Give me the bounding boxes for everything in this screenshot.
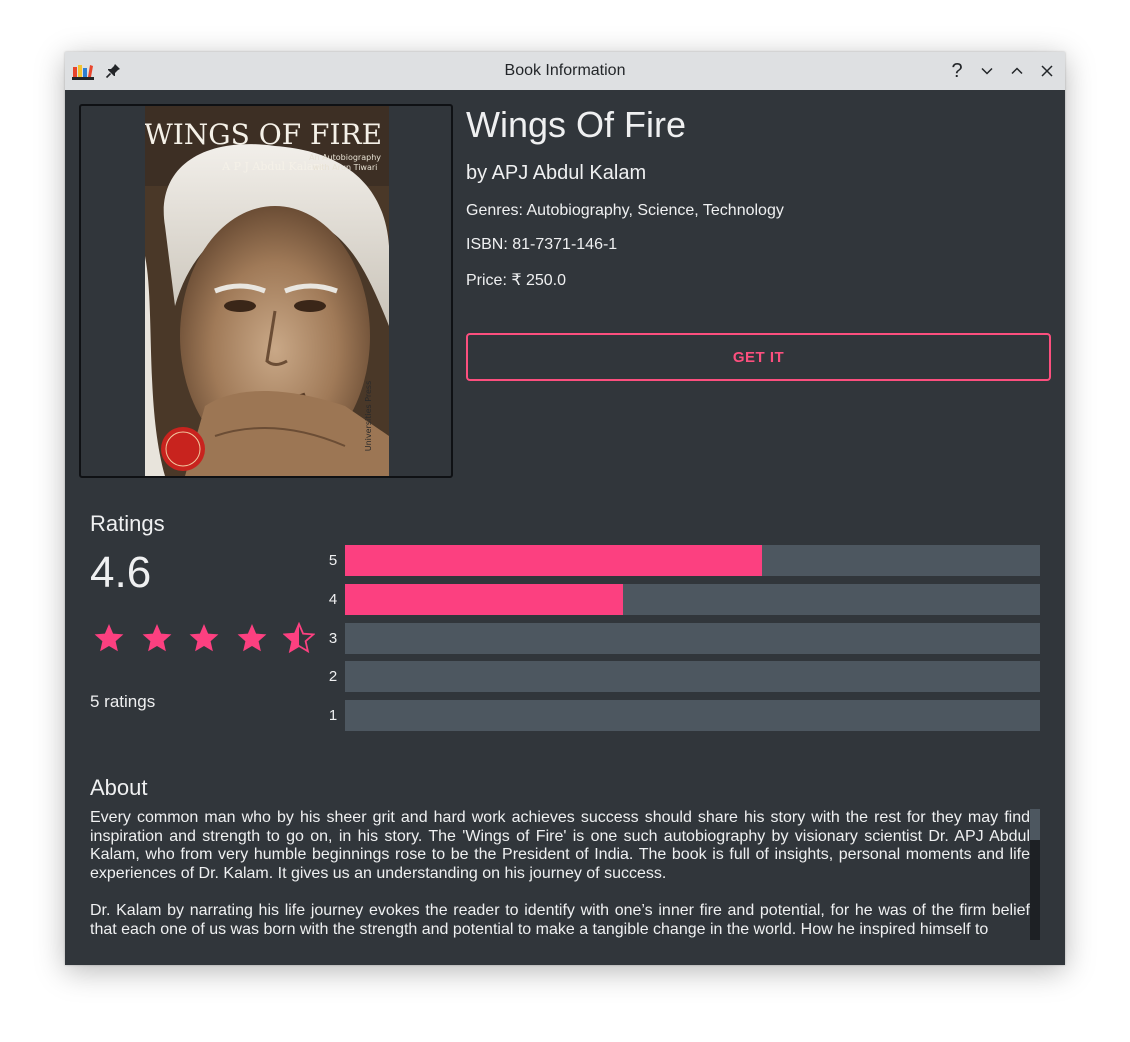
book-title: Wings Of Fire: [466, 104, 687, 145]
about-scrollbar[interactable]: [1030, 809, 1040, 940]
ratings-heading: Ratings: [90, 511, 165, 536]
cover-author: A P J Abdul Kalam: [221, 160, 324, 173]
get-it-label: GET IT: [732, 348, 785, 366]
close-button[interactable]: [1036, 60, 1058, 82]
rating-bar-fill-5: [345, 545, 762, 576]
about-paragraph: Dr. Kalam by narrating his life journey …: [90, 901, 1030, 938]
ratings-count: 5 ratings: [90, 692, 156, 711]
cover-title: WINGS OF FIRE: [145, 118, 382, 151]
minimize-button[interactable]: [976, 60, 998, 82]
cover-illustration: WINGS OF FIRE An Autobiography A P J Abd…: [145, 106, 389, 476]
cover-coauthor: with Arun Tiwari: [313, 163, 378, 172]
star-half-icon: [283, 622, 315, 654]
title-bar[interactable]: Book Information ?: [65, 52, 1065, 90]
rating-bar-label-1: 1: [328, 707, 338, 725]
book-genres: Genres: Autobiography, Science, Technolo…: [466, 202, 784, 219]
about-description[interactable]: Every common man who by his sheer grit a…: [90, 809, 1030, 940]
rating-bar-2: [345, 661, 1040, 693]
star-filled-icon: [94, 624, 124, 652]
rating-bar-label-5: 5: [328, 552, 338, 569]
about-paragraph: Every common man who by his sheer grit a…: [90, 809, 1030, 883]
book-isbn: ISBN: 81-7371-146-1: [466, 236, 618, 253]
rating-bar-1: [345, 700, 1040, 732]
rating-bar-3: [345, 622, 1040, 654]
rating-bar-label-3: 3: [328, 629, 338, 647]
book-cover-image: WINGS OF FIRE An Autobiography A P J Abd…: [145, 106, 389, 476]
rating-bar-4: [345, 583, 1040, 615]
maximize-button[interactable]: [1006, 60, 1028, 82]
star-filled-icon: [189, 624, 219, 652]
star-filled-icon: [142, 624, 171, 652]
close-icon: [1041, 65, 1053, 77]
chevron-up-icon: [1011, 67, 1023, 75]
window-title: Book Information: [504, 62, 626, 79]
average-rating: 4.6: [90, 548, 152, 597]
book-cover-frame: WINGS OF FIRE An Autobiography A P J Abd…: [79, 104, 453, 478]
rating-bar-label-4: 4: [328, 590, 338, 608]
chevron-down-icon: [981, 67, 993, 75]
book-author: by APJ Abdul Kalam: [466, 162, 647, 184]
scrollbar-thumb[interactable]: [1030, 809, 1040, 840]
rating-bar-5: [345, 545, 1040, 576]
star-filled-icon: [237, 624, 266, 652]
about-heading: About: [90, 775, 148, 800]
rating-bar-fill-4: [345, 583, 623, 615]
book-price: Price: ₹ 250.0: [466, 272, 567, 289]
help-button[interactable]: ?: [946, 60, 968, 82]
get-it-button[interactable]: GET IT: [466, 333, 1051, 381]
help-icon: ?: [951, 60, 963, 82]
cover-publisher: Universities Press: [364, 381, 373, 452]
rating-bar-label-2: 2: [328, 668, 338, 686]
book-information-window: Book Information ? WINGS OF FIRE An Auto…: [65, 52, 1065, 965]
